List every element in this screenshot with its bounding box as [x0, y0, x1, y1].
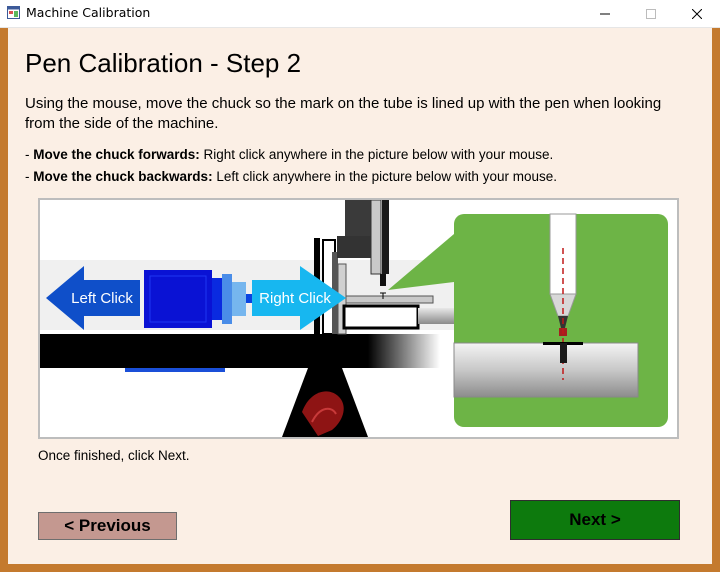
instruction-forwards-text: Right click anywhere in the picture belo… [199, 147, 554, 162]
window-title: Machine Calibration [26, 5, 151, 20]
carriage [342, 304, 420, 330]
chuck [222, 274, 232, 324]
left-click-label: Left Click [71, 290, 133, 307]
calibration-picture[interactable]: Left Click Right Click [38, 198, 679, 439]
minimize-icon [600, 13, 610, 14]
minimize-button[interactable] [582, 0, 628, 27]
pen [382, 200, 389, 274]
instruction-forwards-label: Move the chuck forwards: [33, 147, 200, 162]
machine-rail [40, 334, 440, 368]
pen-holder [345, 200, 371, 236]
finish-hint: Once finished, click Next. [38, 448, 190, 463]
instruction-forwards: - Move the chuck forwards: Right click a… [25, 147, 553, 162]
close-button[interactable] [674, 0, 720, 27]
bullet-dash: - [25, 169, 34, 184]
motor [144, 270, 212, 328]
motor-base [125, 368, 225, 372]
instruction-backwards: - Move the chuck backwards: Left click a… [25, 169, 557, 184]
instruction-backwards-text: Left click anywhere in the picture below… [212, 169, 557, 184]
intro-text: Using the mouse, move the chuck so the m… [25, 95, 662, 132]
calibration-panel: Pen Calibration - Step 2 Using the mouse… [8, 28, 712, 564]
title-bar: Machine Calibration [0, 0, 720, 28]
maximize-button[interactable] [628, 0, 674, 27]
tube [337, 295, 434, 304]
machine-illustration[interactable]: Left Click Right Click [40, 200, 677, 437]
bullet-dash: - [25, 147, 34, 162]
previous-button[interactable]: < Previous [38, 512, 177, 540]
next-button[interactable]: Next > [510, 500, 680, 540]
form-icon [7, 6, 20, 19]
page-title: Pen Calibration - Step 2 [25, 48, 302, 78]
close-icon [692, 8, 702, 19]
right-click-label: Right Click [259, 290, 331, 307]
instruction-backwards-label: Move the chuck backwards: [33, 169, 213, 184]
window-frame [0, 28, 8, 572]
maximize-icon [646, 8, 656, 19]
zoom-tube [453, 342, 639, 398]
